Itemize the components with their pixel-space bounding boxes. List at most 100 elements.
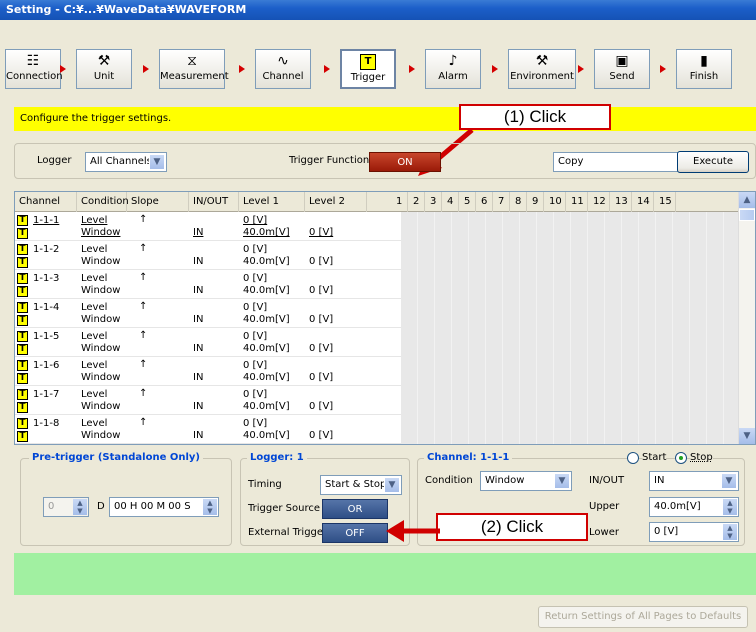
- trigger-function-label: Trigger Function: [289, 155, 370, 166]
- spin-icon[interactable]: ▲ ▼: [723, 524, 737, 540]
- status-area: [14, 553, 756, 595]
- column-header[interactable]: 15: [654, 192, 676, 212]
- level1-cell: 0 [V]: [243, 302, 268, 313]
- column-header[interactable]: 7: [493, 192, 510, 212]
- start-radio[interactable]: [627, 452, 639, 464]
- column-header[interactable]: 1: [391, 192, 408, 212]
- table-row[interactable]: T T 1-1-8 Level Window ↑ IN 0 [V] 40.0m[V] 0 [V]: [15, 416, 401, 444]
- column-header[interactable]: 8: [510, 192, 527, 212]
- table-row[interactable]: T T 1-1-2 Level Window ↑ IN 0 [V] 40.0m[V] 0 [V]: [15, 242, 401, 270]
- upper-value: 40.0m[V]: [654, 501, 701, 512]
- stop-radio[interactable]: [675, 452, 687, 464]
- toolbar-environment-button[interactable]: ⚒ Environment: [508, 49, 576, 89]
- table-row[interactable]: T T 1-1-1 Level Window ↑ IN 0 [V] 40.0m[V] 0 [V]: [15, 213, 401, 241]
- level1-cell: 0 [V]: [243, 331, 268, 342]
- column-header[interactable]: 9: [527, 192, 544, 212]
- trigger-badge-icon: T: [17, 286, 28, 297]
- copy-select[interactable]: Copy ▼: [553, 152, 695, 172]
- toolbar-item-label: Trigger: [350, 72, 386, 83]
- slope-cell: ↑: [139, 243, 148, 254]
- toolbar-finish-button[interactable]: ▮ Finish: [676, 49, 732, 89]
- spin-icon[interactable]: ▲ ▼: [73, 499, 87, 515]
- timing-label: Timing: [248, 479, 282, 490]
- spin-icon[interactable]: ▲ ▼: [203, 499, 217, 515]
- pretrigger-days-value: 0: [48, 501, 55, 512]
- external-trigger-label: External Trigger: [248, 527, 328, 538]
- pretrigger-time-input[interactable]: 00 H 00 M 00 S ▲ ▼: [109, 497, 219, 517]
- toolbar-unit-button[interactable]: ⚒ Unit: [76, 49, 132, 89]
- chevron-down-icon[interactable]: ▼: [149, 154, 165, 170]
- inout-cell: IN: [193, 401, 204, 412]
- condition-cell: Level: [81, 215, 108, 226]
- trigger-badge-icon: T: [17, 228, 28, 239]
- channel-grid-area: [401, 212, 739, 444]
- scroll-down-icon[interactable]: ▼: [739, 428, 755, 444]
- chevron-down-icon[interactable]: ▼: [721, 473, 737, 489]
- step-arrow-icon: [578, 65, 584, 73]
- column-header[interactable]: 14: [632, 192, 654, 212]
- table-row[interactable]: T T 1-1-7 Level Window ↑ IN 0 [V] 40.0m[V] 0 [V]: [15, 387, 401, 415]
- table-row[interactable]: T T 1-1-6 Level Window ↑ IN 0 [V] 40.0m[V] 0 [V]: [15, 358, 401, 386]
- toolbar-alarm-button[interactable]: ♪ Alarm: [425, 49, 481, 89]
- slope-cell: ↑: [139, 388, 148, 399]
- lower-value: 0 [V]: [654, 526, 679, 537]
- trigger-options-row: Logger All Channels ▼ Trigger Function O…: [14, 143, 756, 179]
- toolbar-channel-button[interactable]: ∿ Channel: [255, 49, 311, 89]
- scroll-thumb[interactable]: [739, 209, 755, 221]
- column-header[interactable]: IN/OUT: [189, 192, 239, 212]
- external-trigger-button[interactable]: OFF: [322, 523, 388, 543]
- condition-cell: Level: [81, 273, 108, 284]
- column-header[interactable]: Condition: [77, 192, 129, 212]
- column-header[interactable]: 6: [476, 192, 493, 212]
- table-row[interactable]: T T 1-1-3 Level Window ↑ IN 0 [V] 40.0m[V] 0 [V]: [15, 271, 401, 299]
- lower-input[interactable]: 0 [V] ▲ ▼: [649, 522, 739, 542]
- column-header[interactable]: 12: [588, 192, 610, 212]
- chevron-down-icon[interactable]: ▼: [554, 473, 570, 489]
- pretrigger-title: Pre-trigger (Standalone Only): [29, 452, 203, 463]
- toolbar-connection-button[interactable]: ☷ Connection: [5, 49, 63, 89]
- toolbar-send-button[interactable]: ▣ Send: [594, 49, 650, 89]
- condition-select[interactable]: Window ▼: [480, 471, 572, 491]
- column-header[interactable]: Slope: [127, 192, 189, 212]
- table-row[interactable]: T T 1-1-4 Level Window ↑ IN 0 [V] 40.0m[V] 0 [V]: [15, 300, 401, 328]
- execute-button[interactable]: Execute: [677, 151, 749, 173]
- column-header[interactable]: 10: [544, 192, 566, 212]
- column-header[interactable]: 11: [566, 192, 588, 212]
- reset-defaults-button[interactable]: Return Settings of All Pages to Defaults: [538, 606, 748, 628]
- table-scrollbar[interactable]: ▲ ▼: [738, 192, 755, 444]
- column-header[interactable]: 5: [459, 192, 476, 212]
- inout-select[interactable]: IN ▼: [649, 471, 739, 491]
- condition-cell: Window: [81, 430, 121, 441]
- channel-cell: 1-1-2: [33, 244, 60, 255]
- column-header[interactable]: Level 2: [305, 192, 367, 212]
- column-header[interactable]: 2: [408, 192, 425, 212]
- column-header[interactable]: Level 1: [239, 192, 305, 212]
- chevron-down-icon[interactable]: ▼: [384, 477, 400, 493]
- column-header[interactable]: 13: [610, 192, 632, 212]
- pretrigger-group: Pre-trigger (Standalone Only) 0 ▲ ▼ D 00 …: [20, 452, 232, 546]
- copy-select-value: Copy: [558, 156, 584, 167]
- trigger-badge-icon: T: [17, 389, 28, 400]
- logger-select[interactable]: All Channels ▼: [85, 152, 167, 172]
- trigger-icon: T: [360, 54, 376, 70]
- callout-2: (2) Click: [436, 513, 588, 541]
- logger-select-value: All Channels: [90, 156, 152, 167]
- inout-cell: IN: [193, 314, 204, 325]
- level1-cell: 0 [V]: [243, 360, 268, 371]
- timing-select[interactable]: Start & Stop ▼: [320, 475, 402, 495]
- table-row[interactable]: T T 1-1-5 Level Window ↑ IN 0 [V] 40.0m[V] 0 [V]: [15, 329, 401, 357]
- level1-cell: 40.0m[V]: [243, 256, 290, 267]
- trigger-source-button[interactable]: OR: [322, 499, 388, 519]
- column-header[interactable]: 4: [442, 192, 459, 212]
- column-header[interactable]: Channel: [15, 192, 77, 212]
- scroll-up-icon[interactable]: ▲: [739, 192, 755, 208]
- trigger-badge-icon: T: [17, 257, 28, 268]
- upper-input[interactable]: 40.0m[V] ▲ ▼: [649, 497, 739, 517]
- connection-icon: ☷: [26, 53, 40, 69]
- toolbar-measurement-button[interactable]: ⧖ Measurement: [159, 49, 229, 89]
- spin-icon[interactable]: ▲ ▼: [723, 499, 737, 515]
- toolbar-trigger-button[interactable]: T Trigger: [340, 49, 396, 89]
- column-header[interactable]: 3: [425, 192, 442, 212]
- pretrigger-days-input[interactable]: 0 ▲ ▼: [43, 497, 89, 517]
- trigger-function-on-button[interactable]: ON: [369, 152, 441, 172]
